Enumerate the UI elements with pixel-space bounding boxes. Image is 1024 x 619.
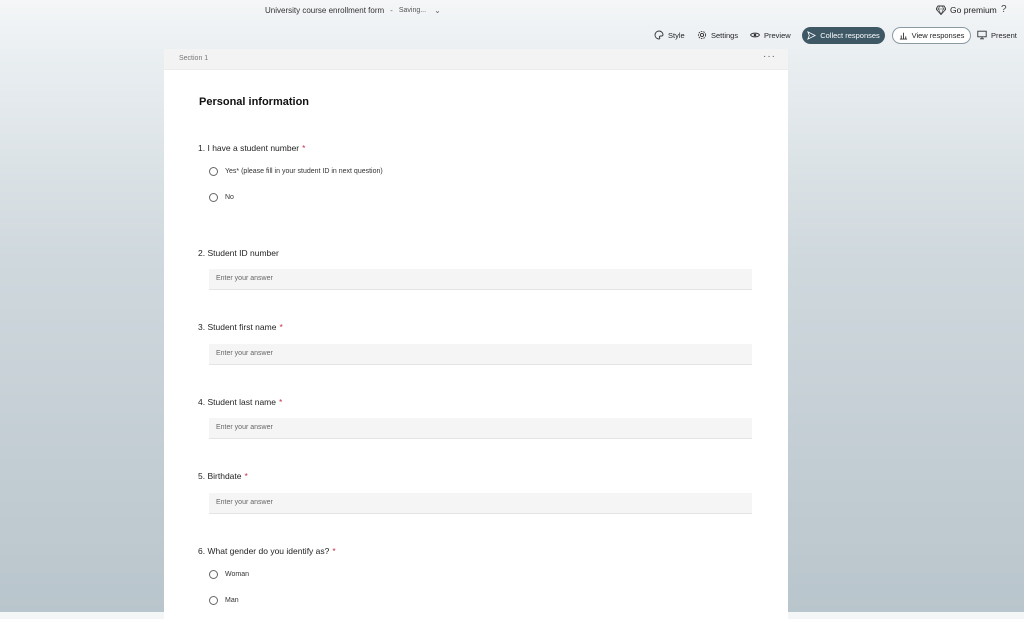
section-title: Personal information bbox=[199, 96, 310, 108]
answer-placeholder: Enter your answer bbox=[216, 499, 273, 506]
view-responses-button[interactable]: View responses bbox=[892, 27, 971, 44]
required-marker: * bbox=[332, 546, 336, 556]
answer-input[interactable]: Enter your answer bbox=[209, 269, 752, 290]
radio-button[interactable] bbox=[209, 167, 218, 176]
question-number: 6. bbox=[198, 546, 206, 556]
settings-button[interactable]: Settings bbox=[697, 30, 738, 40]
top-bar: University course enrollment form - Savi… bbox=[0, 0, 1024, 24]
answer-placeholder: Enter your answer bbox=[216, 424, 273, 431]
question-number: 4. bbox=[198, 397, 206, 407]
answer-placeholder: Enter your answer bbox=[216, 275, 273, 282]
form-card: Section 1 ··· Personal information 1. I … bbox=[164, 49, 788, 619]
question-title: 5. Birthdate * bbox=[198, 471, 248, 481]
eye-icon bbox=[750, 32, 760, 38]
option-label: Yes* (please fill in your student ID in … bbox=[225, 168, 383, 175]
answer-placeholder: Enter your answer bbox=[216, 350, 273, 357]
radio-button[interactable] bbox=[209, 596, 218, 605]
question-number: 3. bbox=[198, 322, 206, 332]
go-premium-button[interactable]: Go premium bbox=[936, 5, 997, 15]
option-label: Woman bbox=[225, 571, 249, 578]
more-options-icon[interactable]: ··· bbox=[763, 51, 776, 62]
collect-responses-label: Collect responses bbox=[820, 31, 880, 40]
radio-button[interactable] bbox=[209, 570, 218, 579]
preview-button[interactable]: Preview bbox=[750, 30, 791, 40]
question-title: 3. Student first name * bbox=[198, 322, 283, 332]
style-label: Style bbox=[668, 30, 685, 40]
collect-responses-button[interactable]: Collect responses bbox=[802, 27, 885, 44]
question-title: 4. Student last name * bbox=[198, 397, 282, 407]
section-header: Section 1 ··· bbox=[164, 49, 788, 70]
diamond-icon bbox=[936, 5, 946, 15]
radio-option[interactable]: Man bbox=[209, 596, 239, 605]
radio-button[interactable] bbox=[209, 193, 218, 202]
question-text: Birthdate bbox=[207, 471, 242, 481]
radio-option[interactable]: Woman bbox=[209, 570, 249, 579]
answer-input[interactable]: Enter your answer bbox=[209, 344, 752, 365]
preview-label: Preview bbox=[764, 30, 791, 40]
question-text: Student ID number bbox=[207, 248, 279, 258]
question-text: Student first name bbox=[207, 322, 277, 332]
question-number: 2. bbox=[198, 248, 206, 258]
question-text: Student last name bbox=[207, 397, 276, 407]
option-label: No bbox=[225, 194, 234, 201]
present-label: Present bbox=[991, 30, 1017, 40]
view-responses-label: View responses bbox=[911, 31, 965, 40]
question-number: 5. bbox=[198, 471, 206, 481]
title-separator: - bbox=[390, 6, 393, 15]
question-number: 1. bbox=[198, 143, 206, 153]
form-title[interactable]: University course enrollment form bbox=[265, 6, 384, 15]
radio-option[interactable]: Yes* (please fill in your student ID in … bbox=[209, 167, 383, 176]
present-button[interactable]: Present bbox=[977, 30, 1017, 40]
question-title: 6. What gender do you identify as? * bbox=[198, 546, 336, 556]
style-button[interactable]: Style bbox=[654, 30, 685, 40]
required-marker: * bbox=[244, 471, 248, 481]
toolbar: Style Settings Preview Collect responses… bbox=[0, 27, 1024, 45]
monitor-icon bbox=[977, 30, 987, 40]
question-title: 1. I have a student number * bbox=[198, 143, 305, 153]
save-status: Saving... bbox=[398, 7, 427, 14]
help-icon[interactable]: ? bbox=[1001, 4, 1007, 15]
radio-option[interactable]: No bbox=[209, 193, 234, 202]
settings-label: Settings bbox=[711, 30, 739, 40]
palette-icon bbox=[654, 30, 664, 40]
question-text: I have a student number bbox=[207, 143, 300, 153]
answer-input[interactable]: Enter your answer bbox=[209, 493, 752, 514]
question-text: What gender do you identify as? bbox=[207, 546, 330, 556]
send-icon bbox=[807, 31, 817, 40]
bar-chart-icon bbox=[899, 32, 907, 40]
answer-input[interactable]: Enter your answer bbox=[209, 418, 752, 439]
form-title-area[interactable]: University course enrollment form - Savi… bbox=[265, 6, 441, 15]
question-title: 2. Student ID number bbox=[198, 248, 279, 258]
required-marker: * bbox=[279, 322, 283, 332]
gear-icon bbox=[697, 30, 707, 40]
section-label: Section 1 bbox=[179, 55, 209, 62]
required-marker: * bbox=[302, 143, 306, 153]
option-label: Man bbox=[225, 597, 239, 604]
required-marker: * bbox=[278, 397, 283, 407]
go-premium-label: Go premium bbox=[950, 5, 997, 15]
chevron-down-icon[interactable]: ⌄ bbox=[434, 6, 441, 15]
